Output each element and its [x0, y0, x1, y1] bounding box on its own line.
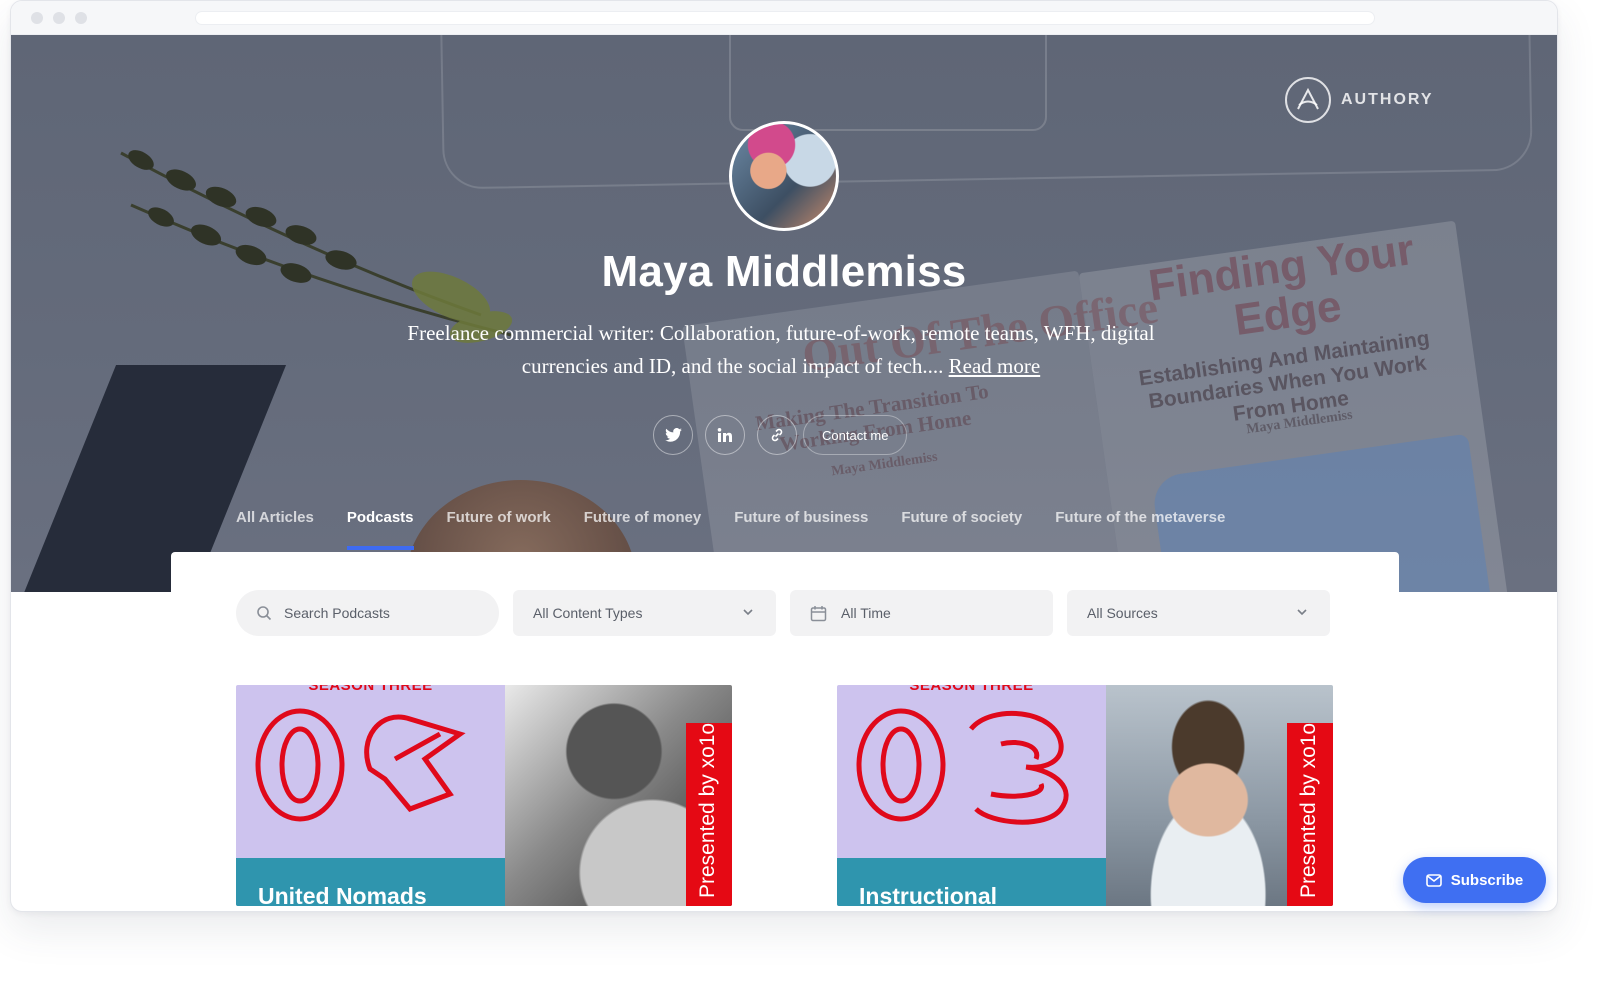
content-types-select[interactable]: All Content Types [513, 590, 776, 636]
podcast-cover-art: SEASON THREE United Nomads [236, 685, 505, 906]
address-bar[interactable] [195, 11, 1375, 25]
contact-me-button[interactable]: Contact me [803, 415, 908, 455]
hero-trackpad-decoration [729, 35, 1047, 131]
profile-hero: Out Of The Office Making The Transition … [11, 35, 1557, 592]
search-input[interactable]: Search Podcasts [236, 590, 499, 636]
time-range-value: All Time [841, 605, 891, 621]
time-range-select[interactable]: All Time [790, 590, 1053, 636]
window-close-dot[interactable] [31, 12, 43, 24]
episode-number-graphic [856, 708, 1069, 825]
linkedin-icon[interactable] [705, 415, 745, 455]
subscribe-label: Subscribe [1450, 871, 1524, 889]
avatar [729, 121, 839, 231]
browser-window: Out Of The Office Making The Transition … [10, 0, 1558, 912]
profile-bio-text: Freelance commercial writer: Collaborati… [407, 321, 1155, 378]
tab-future-of-work[interactable]: Future of work [447, 509, 551, 550]
card-title-band: Instructional [837, 858, 1106, 906]
calendar-icon [810, 605, 827, 621]
link-icon[interactable] [757, 415, 797, 455]
content-types-value: All Content Types [533, 605, 643, 621]
tab-podcasts[interactable]: Podcasts [346, 509, 414, 550]
chevron-down-icon [743, 609, 753, 616]
tab-future-of-business[interactable]: Future of business [734, 509, 868, 550]
mail-icon [1425, 873, 1442, 887]
sources-select[interactable]: All Sources [1067, 590, 1330, 636]
authory-brand[interactable]: AUTHORY [1285, 77, 1434, 123]
season-label: SEASON THREE [909, 685, 1034, 694]
tab-future-of-the-metaverse[interactable]: Future of the metaverse [1055, 509, 1225, 550]
search-icon [257, 606, 272, 621]
podcast-card[interactable]: SEASON THREE Instructional Presented by … [837, 685, 1333, 906]
topic-tabs: All Articles Podcasts Future of work Fut… [236, 509, 1225, 550]
sponsor-strip: Presented by xo1o [1287, 723, 1333, 906]
window-maximize-dot[interactable] [75, 12, 87, 24]
authory-logo-icon [1285, 77, 1331, 123]
profile-bio: Freelance commercial writer: Collaborati… [391, 317, 1171, 383]
tab-future-of-society[interactable]: Future of society [901, 509, 1022, 550]
subscribe-button[interactable]: Subscribe [1403, 857, 1546, 903]
episode-number-graphic [255, 708, 466, 822]
podcast-title: United Nomads [258, 883, 427, 906]
brand-name: AUTHORY [1341, 91, 1434, 108]
profile-name: Maya Middlemiss [601, 247, 967, 296]
twitter-icon[interactable] [653, 415, 693, 455]
search-placeholder: Search Podcasts [284, 605, 390, 621]
content-panel: Search Podcasts All Content Types All Ti… [171, 552, 1399, 911]
sponsor-text: Presented by xo1o [1297, 723, 1320, 898]
sources-value: All Sources [1087, 605, 1158, 621]
card-title-band: United Nomads [236, 858, 505, 906]
podcast-cover-art: SEASON THREE Instructional [837, 685, 1106, 906]
read-more-link[interactable]: Read more [949, 354, 1041, 378]
sponsor-text: Presented by xo1o [696, 723, 719, 898]
window-minimize-dot[interactable] [53, 12, 65, 24]
sponsor-strip: Presented by xo1o [686, 723, 732, 906]
tab-future-of-money[interactable]: Future of money [584, 509, 702, 550]
season-label: SEASON THREE [308, 685, 433, 694]
browser-chrome [11, 1, 1557, 35]
tab-all-articles[interactable]: All Articles [236, 509, 314, 550]
podcast-title: Instructional [859, 883, 998, 906]
chevron-down-icon [1297, 609, 1307, 616]
social-links: Contact me [653, 415, 908, 455]
podcast-card[interactable]: SEASON THREE United Nomads Presented by … [236, 685, 732, 906]
filter-bar: Search Podcasts All Content Types All Ti… [236, 590, 1330, 636]
